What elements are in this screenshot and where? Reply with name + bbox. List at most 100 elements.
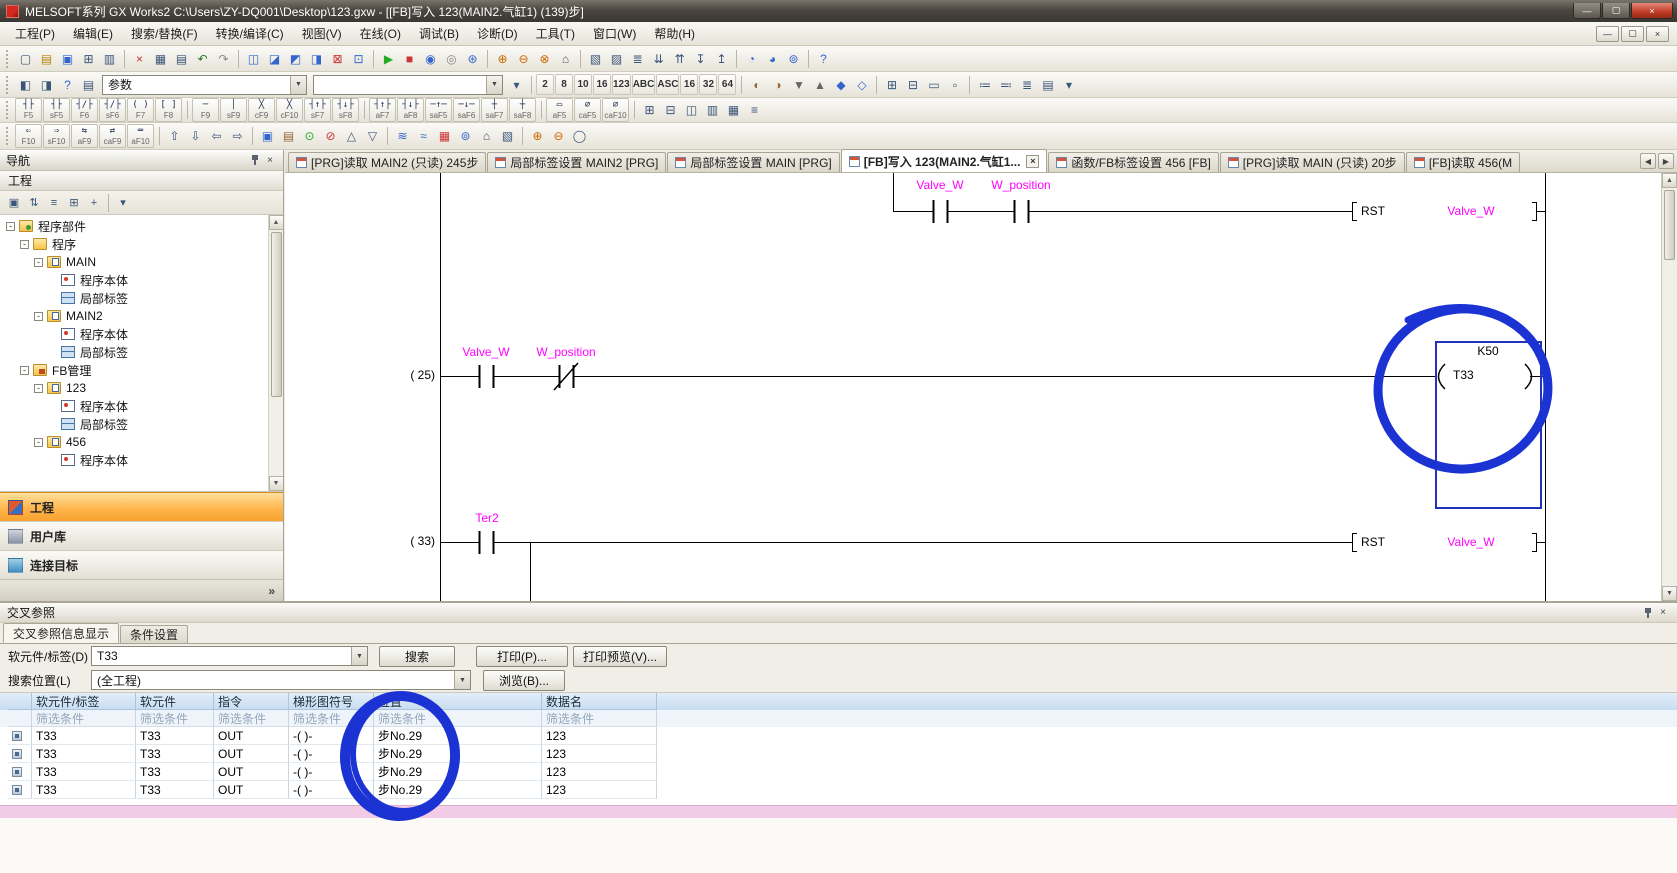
tb2-format-button-18[interactable]: 64 [718, 74, 736, 95]
tb1-icon-11[interactable]: ↷ [213, 48, 234, 69]
print-preview-button[interactable]: 打印预览(V)... [573, 646, 667, 667]
tb2-icon-20[interactable]: ◐ [746, 74, 767, 95]
tree-item-程序部件-0[interactable]: -程序部件 [0, 217, 267, 235]
tb1-icon-36[interactable]: ↧ [690, 48, 711, 69]
navtb-icon-6[interactable]: ▾ [113, 193, 133, 213]
tab-prev-icon[interactable]: ◀ [1640, 153, 1656, 169]
tb2-icon-28[interactable]: ⊟ [902, 74, 923, 95]
device-combo[interactable]: T33 ▼ [91, 646, 368, 666]
editor-vscrollbar[interactable]: ▲ ▼ [1661, 173, 1677, 601]
mdi-minimize-button[interactable]: — [1596, 26, 1619, 42]
tb2-format-button-17[interactable]: 32 [699, 74, 717, 95]
navtb-icon-3[interactable]: ⊞ [64, 193, 84, 213]
print-button[interactable]: 打印(P)... [476, 646, 568, 667]
tb3-symbol-button-aF8[interactable]: ┤↓├aF8 [397, 98, 424, 122]
tb1-icon-7[interactable]: × [129, 48, 150, 69]
menu-item-4[interactable]: 视图(V) [293, 22, 351, 45]
filter-cell-3[interactable]: 筛选条件 [289, 710, 374, 727]
tb4-icon-9[interactable]: ⇦ [206, 126, 227, 147]
tree-item-MAIN-2[interactable]: -MAIN [0, 253, 267, 271]
tree-item-123-9[interactable]: -123 [0, 379, 267, 397]
tb1-icon-24[interactable]: ⊛ [462, 48, 483, 69]
tb1-icon-27[interactable]: ⊖ [513, 48, 534, 69]
tb2-icon-25[interactable]: ◇ [851, 74, 872, 95]
view-button-1[interactable]: 用户库 [0, 521, 283, 550]
table-row-0[interactable]: T33T33OUT-( )-步No.29123 [0, 727, 1677, 745]
tb1-icon-17[interactable]: ⊠ [327, 48, 348, 69]
tb1-icon-16[interactable]: ◨ [306, 48, 327, 69]
tb3-symbol-button-saF8[interactable]: ┼saF8 [509, 98, 536, 122]
tree-item-MAIN2-5[interactable]: -MAIN2 [0, 307, 267, 325]
view-button-0[interactable]: 工程 [0, 492, 283, 521]
tb3-symbol-button-saF7[interactable]: ┼saF7 [481, 98, 508, 122]
tb4-icon-28[interactable]: ◯ [569, 126, 590, 147]
table-row-1[interactable]: T33T33OUT-( )-步No.29123 [0, 745, 1677, 763]
tb2-format-button-10[interactable]: 8 [555, 74, 573, 95]
tb1-icon-35[interactable]: ⇈ [669, 48, 690, 69]
tb2-icon-35[interactable]: ▤ [1037, 74, 1058, 95]
tb2-icon-4[interactable]: ▤ [78, 74, 99, 95]
tb2-format-button-14[interactable]: ABC [632, 74, 656, 95]
tb2-icon-32[interactable]: ≔ [974, 74, 995, 95]
tb4-icon-12[interactable]: ▣ [257, 126, 278, 147]
tb4-icon-20[interactable]: ≈ [413, 126, 434, 147]
tb1-icon-1[interactable]: ▢ [15, 48, 36, 69]
tb3-icon-30[interactable]: ▦ [723, 100, 744, 121]
close-button[interactable]: × [1631, 3, 1673, 19]
mdi-restore-button[interactable]: ▢ [1621, 26, 1644, 42]
collapse-icon[interactable]: - [6, 222, 15, 231]
tb2-icon-22[interactable]: ▼ [788, 74, 809, 95]
browse-button[interactable]: 浏览(B)... [483, 670, 565, 691]
table-row-3[interactable]: T33T33OUT-( )-步No.29123 [0, 781, 1677, 799]
tb3-symbol-button-aF7[interactable]: ┤↑├aF7 [369, 98, 396, 122]
menu-item-7[interactable]: 诊断(D) [468, 22, 527, 45]
tree-item-局部标签-11[interactable]: 局部标签 [0, 415, 267, 433]
tb2-icon-33[interactable]: ≕ [995, 74, 1016, 95]
tb3-symbol-button-cF9[interactable]: ╳cF9 [248, 98, 275, 122]
document-tab-6[interactable]: [FB]读取 456(M [1406, 152, 1520, 172]
tb4-icon-23[interactable]: ⌂ [476, 126, 497, 147]
tb2-format-button-13[interactable]: 123 [612, 74, 631, 95]
collapse-icon[interactable]: - [34, 438, 43, 447]
tb2-format-button-16[interactable]: 16 [680, 74, 698, 95]
column-header-4[interactable]: 位置 [374, 693, 542, 710]
tb3-symbol-button-aF5[interactable]: ▭aF5 [546, 98, 573, 122]
document-tab-3[interactable]: [FB]写入 123(MAIN2.气缸1...× [841, 149, 1048, 172]
tree-item-程序本体-13[interactable]: 程序本体 [0, 451, 267, 469]
tb1-icon-40[interactable]: ◕ [762, 48, 783, 69]
tb3-symbol-button-F5[interactable]: ┤├F5 [15, 98, 42, 122]
navigation-close-icon[interactable]: × [263, 153, 277, 167]
menu-item-2[interactable]: 搜索/替换(F) [122, 22, 207, 45]
tb4-icon-22[interactable]: ⊚ [455, 126, 476, 147]
tb4-icon-17[interactable]: ▽ [362, 126, 383, 147]
tb4-icon-19[interactable]: ≋ [392, 126, 413, 147]
tb2-icon-34[interactable]: ≣ [1016, 74, 1037, 95]
document-tab-4[interactable]: 函数/FB标签设置 456 [FB] [1048, 152, 1218, 172]
tree-item-程序-1[interactable]: -程序 [0, 235, 267, 253]
tree-item-程序本体-10[interactable]: 程序本体 [0, 397, 267, 415]
tb2-format-button-11[interactable]: 10 [574, 74, 592, 95]
tb4-icon-21[interactable]: ▦ [434, 126, 455, 147]
tb3-symbol-button-F8[interactable]: [ ]F8 [155, 98, 182, 122]
tb1-icon-37[interactable]: ↥ [711, 48, 732, 69]
menu-item-10[interactable]: 帮助(H) [645, 22, 704, 45]
maximize-button[interactable]: ▢ [1602, 3, 1630, 19]
column-header-2[interactable]: 指令 [214, 693, 289, 710]
tb4-icon-26[interactable]: ⊕ [527, 126, 548, 147]
filter-cell-1[interactable]: 筛选条件 [136, 710, 214, 727]
tb4-icon-27[interactable]: ⊖ [548, 126, 569, 147]
tb4-icon-13[interactable]: ▤ [278, 126, 299, 147]
tb4-icon-24[interactable]: ▧ [497, 126, 518, 147]
scroll-down-icon[interactable]: ▼ [269, 476, 284, 491]
tb1-icon-20[interactable]: ▶ [378, 48, 399, 69]
crossref-close-icon[interactable]: × [1656, 606, 1670, 620]
tb4-symbol-button-sF10[interactable]: ⇒sF10 [43, 124, 70, 148]
collapse-icon[interactable]: - [34, 384, 43, 393]
chevron-down-icon[interactable]: ▼ [351, 647, 367, 665]
navtb-icon-4[interactable]: + [84, 193, 104, 213]
chevron-down-icon[interactable]: ▼ [454, 671, 470, 689]
tb3-symbol-button-saF6[interactable]: ─↓─saF6 [453, 98, 480, 122]
collapse-icon[interactable]: - [34, 258, 43, 267]
tb1-icon-23[interactable]: ◎ [441, 48, 462, 69]
tb3-symbol-button-sF5[interactable]: ┤├sF5 [43, 98, 70, 122]
